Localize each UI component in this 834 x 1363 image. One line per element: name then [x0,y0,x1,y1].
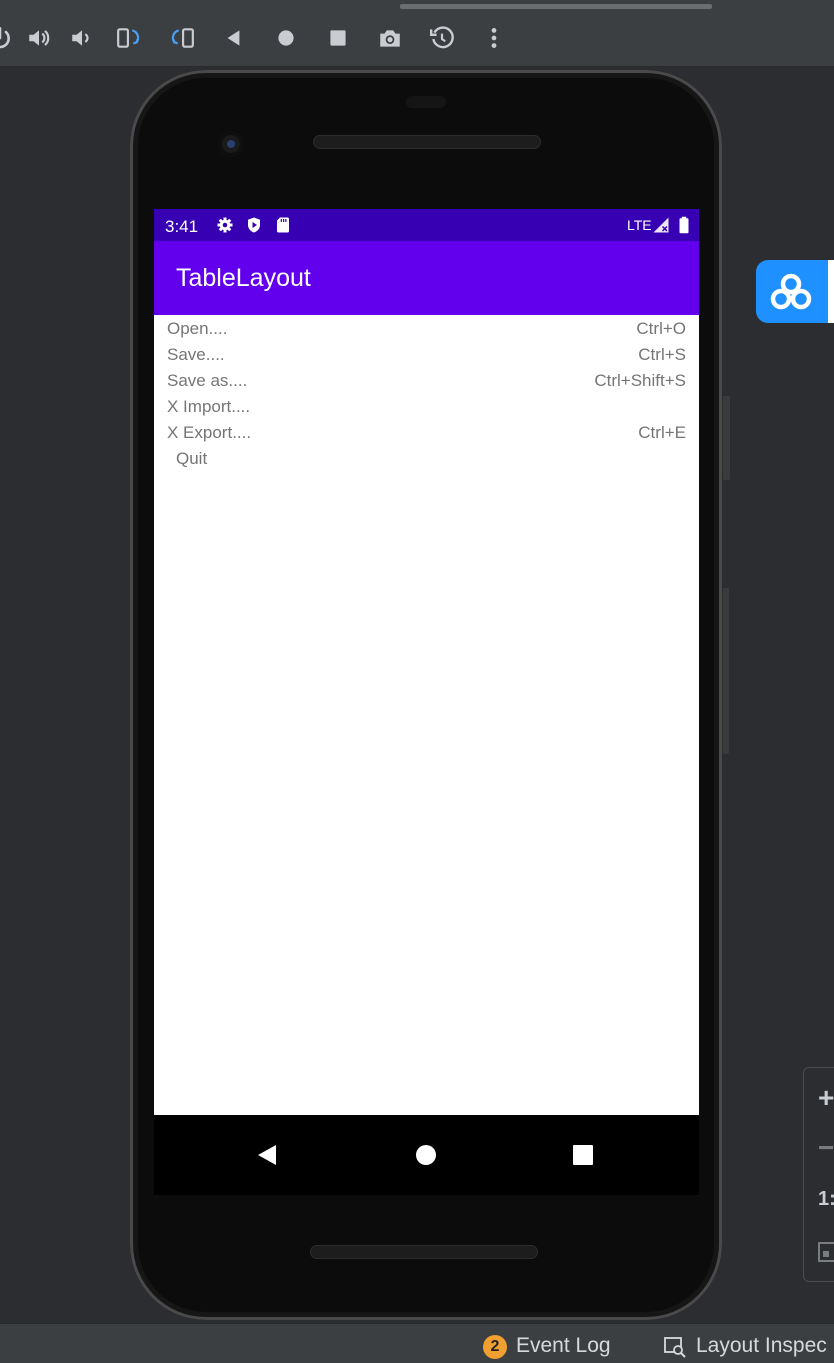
row-label: Save as.... [167,371,248,390]
menu-row-export[interactable]: X Export.... Ctrl+E [154,419,699,445]
zoom-in-button[interactable]: + [818,1082,834,1114]
toolbar-scroll-indicator[interactable] [400,4,712,9]
sd-card-icon [277,217,289,233]
device-power-button [723,396,730,480]
nav-back-icon[interactable] [247,1135,287,1175]
layout-inspector-icon [664,1337,686,1358]
cloud-sync-tab[interactable] [756,260,834,323]
home-icon[interactable] [272,24,300,52]
rotate-right-icon[interactable] [168,24,196,52]
status-bar: 3:41 LTE [154,209,699,241]
fit-screen-icon[interactable] [817,1241,834,1263]
front-camera-icon [218,131,244,157]
row-label: X Export.... [167,423,252,442]
status-time: 3:41 [165,217,199,236]
layout-inspector-button[interactable]: Layout Inspec [696,1334,827,1358]
nav-home-icon[interactable] [406,1135,446,1175]
volume-down-icon[interactable] [68,24,96,52]
back-icon[interactable] [220,24,248,52]
network-type: LTE [627,217,652,233]
camera-icon[interactable] [376,24,404,52]
menu-row-save-as[interactable]: Save as.... Ctrl+Shift+S [154,367,699,393]
volume-up-icon[interactable] [25,24,53,52]
navigation-bar [154,1115,699,1195]
event-log-button[interactable]: Event Log [516,1334,611,1358]
more-icon[interactable] [480,24,508,52]
device-volume-button [723,588,729,754]
event-count-badge: 2 [483,1335,507,1359]
zoom-out-button[interactable]: − [818,1132,834,1164]
row-shortcut: Ctrl+E [638,423,686,442]
menu-row-save[interactable]: Save.... Ctrl+S [154,341,699,367]
snapshot-icon[interactable] [428,24,456,52]
proximity-sensor [406,96,446,108]
app-bar: TableLayout [154,241,699,315]
row-label: Quit [176,449,208,468]
nav-overview-icon[interactable] [563,1135,603,1175]
row-shortcut: Ctrl+S [638,345,686,364]
power-icon[interactable] [0,24,14,52]
earpiece-speaker [313,135,541,149]
settings-gear-icon [217,217,233,233]
row-label: Open.... [167,319,228,338]
emulator-toolbar [0,0,834,67]
device-screen: 3:41 LTE TableLayout Open.... Ctrl+O Sav… [154,209,699,1195]
row-shortcut: Ctrl+Shift+S [594,371,686,390]
menu-row-import[interactable]: X Import.... [154,393,699,419]
menu-row-quit[interactable]: Quit [154,445,699,471]
rotate-left-icon[interactable] [115,24,143,52]
bottom-speaker [310,1245,538,1259]
table-layout: Open.... Ctrl+O Save.... Ctrl+S Save as.… [154,315,699,1115]
cloud-tab-edge [828,260,834,323]
zoom-panel: + − 1: [803,1067,834,1282]
shield-play-icon [248,217,260,233]
menu-row-open[interactable]: Open.... Ctrl+O [154,315,699,341]
row-label: Save.... [167,345,225,364]
signal-icon [653,217,669,233]
app-title: TableLayout [176,264,311,292]
row-label: X Import.... [167,397,251,416]
row-shortcut: Ctrl+O [636,319,686,338]
zoom-actual-size-button[interactable]: 1: [818,1188,834,1211]
ide-bottom-bar: 2 Event Log Layout Inspec [0,1323,834,1363]
battery-icon [679,216,689,234]
overview-icon[interactable] [324,24,352,52]
cloud-icon [770,273,812,310]
